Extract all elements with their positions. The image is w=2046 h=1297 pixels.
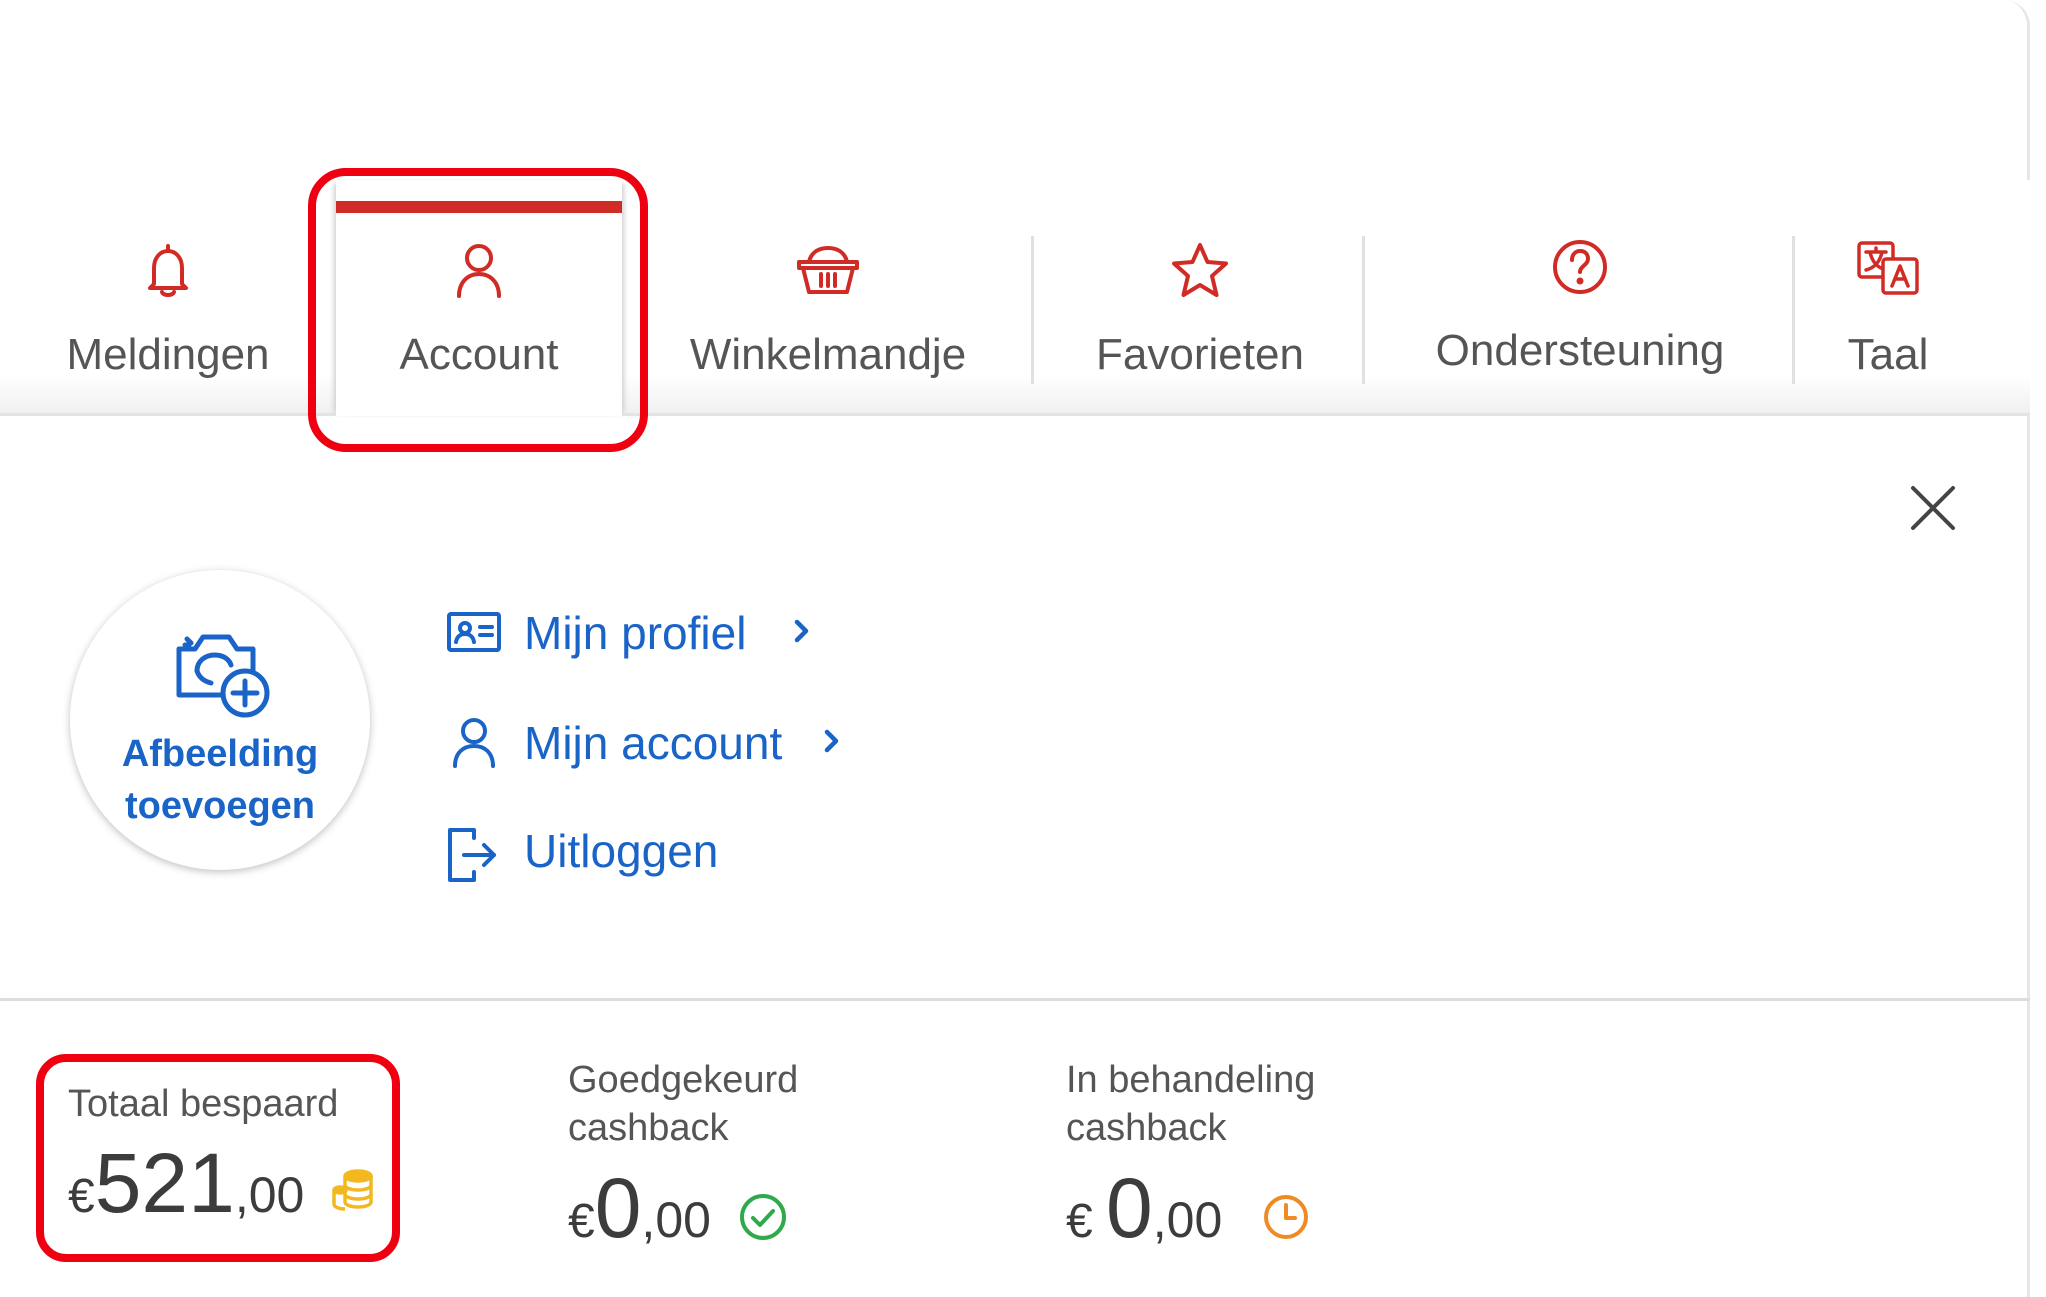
currency-symbol: € bbox=[68, 1170, 95, 1223]
amount-integer: 521 bbox=[94, 1136, 235, 1230]
section-divider bbox=[0, 998, 2030, 1001]
tab-favorieten[interactable]: Favorieten bbox=[1070, 180, 1330, 416]
tab-ondersteuning[interactable]: Ondersteuning bbox=[1390, 180, 1770, 416]
close-icon bbox=[1905, 486, 1961, 540]
amount-integer: 0 bbox=[1106, 1161, 1153, 1255]
stat-label-line2: cashback bbox=[1066, 1107, 1227, 1149]
add-image-label-line1: Afbeelding bbox=[121, 733, 319, 775]
tab-meldingen[interactable]: Meldingen bbox=[40, 180, 296, 416]
my-profile-link[interactable]: Mijn profiel bbox=[446, 604, 826, 664]
tab-divider bbox=[1362, 236, 1365, 384]
tab-label: Ondersteuning bbox=[1435, 326, 1725, 375]
my-account-link[interactable]: Mijn account bbox=[446, 714, 856, 774]
tab-divider bbox=[1031, 236, 1034, 384]
my-account-label: Mijn account bbox=[524, 717, 783, 769]
tab-account[interactable]: Account bbox=[336, 180, 622, 416]
stat-label-line1: Goedgekeurd bbox=[568, 1059, 799, 1101]
active-tab-indicator bbox=[336, 201, 622, 213]
tab-taal[interactable]: Taal bbox=[1830, 180, 1946, 416]
logout-link[interactable]: Uitloggen bbox=[446, 822, 776, 882]
stat-label: Totaal bespaard bbox=[68, 1083, 339, 1125]
coins-icon bbox=[330, 1168, 376, 1217]
question-circle-icon bbox=[1551, 238, 1609, 296]
camera-plus-icon bbox=[175, 625, 275, 726]
clock-icon bbox=[1262, 1193, 1310, 1246]
currency-symbol: € bbox=[568, 1195, 595, 1248]
tab-winkelmandje[interactable]: Winkelmandje bbox=[666, 180, 990, 416]
amount-decimal: ,00 bbox=[1152, 1192, 1223, 1248]
tab-label: Taal bbox=[1847, 330, 1929, 379]
bell-icon bbox=[142, 240, 194, 302]
my-profile-label: Mijn profiel bbox=[524, 607, 747, 659]
tab-label: Favorieten bbox=[1096, 330, 1304, 379]
stat-label-line1: In behandeling bbox=[1066, 1059, 1316, 1101]
add-image-button[interactable]: Afbeelding toevoegen bbox=[70, 570, 370, 870]
stat-amount: €521,00 bbox=[68, 1135, 304, 1232]
star-icon bbox=[1169, 240, 1231, 302]
amount-decimal: ,00 bbox=[641, 1192, 711, 1248]
currency-symbol: € bbox=[1066, 1195, 1107, 1248]
stat-label-line2: cashback bbox=[568, 1107, 729, 1149]
tab-divider bbox=[1792, 236, 1795, 384]
check-circle-icon bbox=[738, 1192, 788, 1247]
add-image-label: Afbeelding toevoegen bbox=[70, 728, 370, 832]
basket-icon bbox=[795, 240, 861, 302]
chevron-right-icon bbox=[792, 614, 812, 653]
tab-label: Account bbox=[399, 330, 559, 379]
add-image-label-line2: toevoegen bbox=[124, 785, 316, 827]
tab-label: Meldingen bbox=[66, 330, 270, 379]
tab-bar: Meldingen Account Winkelmandje Favoriete… bbox=[0, 180, 2030, 416]
stat-amount: € 0,00 bbox=[1066, 1160, 1222, 1257]
close-button[interactable] bbox=[1905, 480, 1961, 536]
stat-label: Goedgekeurd cashback bbox=[568, 1056, 798, 1152]
translate-icon bbox=[1856, 240, 1920, 296]
logout-icon bbox=[446, 826, 500, 889]
person-icon bbox=[450, 716, 498, 775]
amount-decimal: ,00 bbox=[234, 1167, 305, 1223]
tab-label: Winkelmandje bbox=[689, 330, 967, 379]
stat-label: In behandeling cashback bbox=[1066, 1056, 1315, 1152]
amount-integer: 0 bbox=[594, 1161, 642, 1255]
person-icon bbox=[453, 240, 505, 302]
logout-label: Uitloggen bbox=[524, 825, 719, 877]
id-card-icon bbox=[446, 610, 502, 659]
stat-amount: €0,00 bbox=[568, 1160, 711, 1257]
chevron-right-icon bbox=[822, 724, 842, 763]
